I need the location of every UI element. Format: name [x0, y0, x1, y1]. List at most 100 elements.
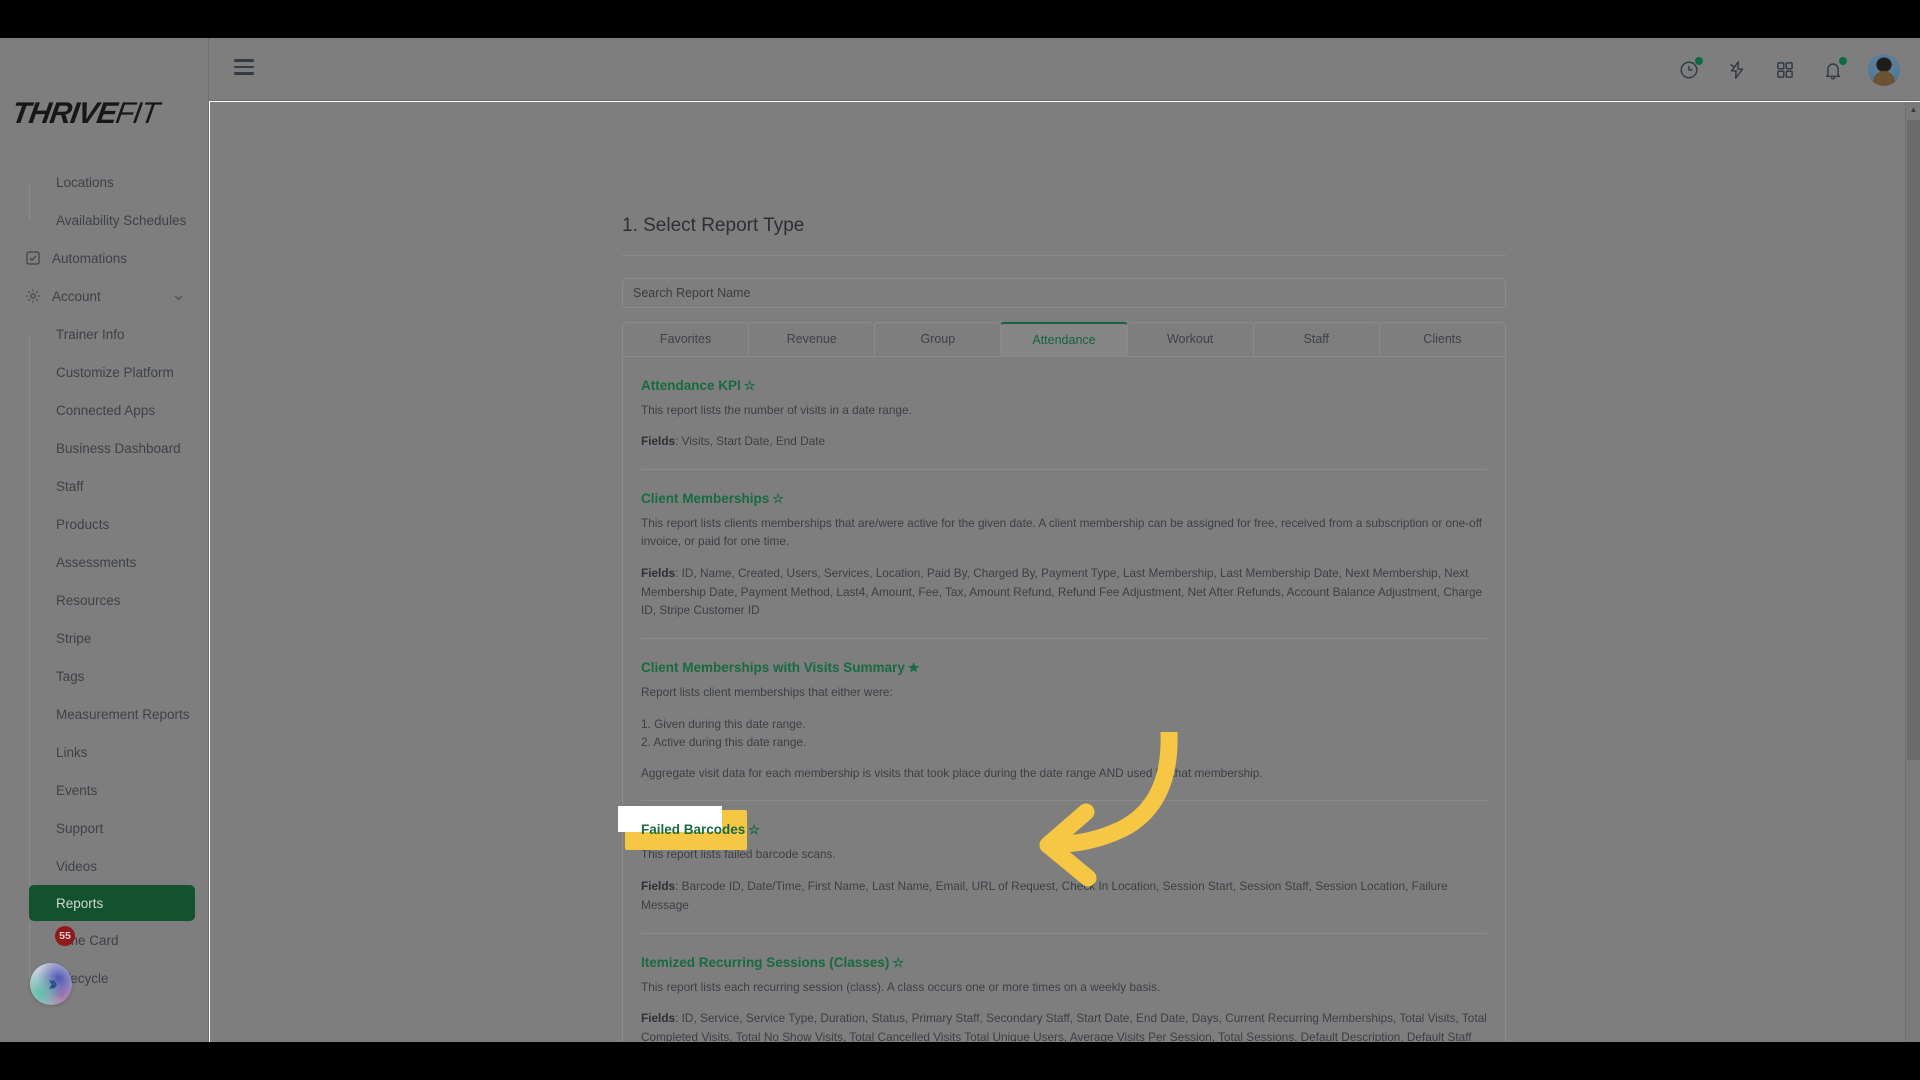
lightning-bolt-icon[interactable]	[1724, 57, 1750, 83]
report-description: 2. Active during this date range.	[641, 734, 807, 749]
chevron-down-icon[interactable]	[173, 291, 183, 301]
clock-icon[interactable]	[1676, 56, 1703, 83]
clock-status-dot	[1695, 56, 1703, 65]
favorite-star-icon[interactable]: ☆	[748, 822, 760, 837]
report-title-row: Client Memberships with Visits Summary ★	[641, 659, 1487, 683]
sidebar-item-products[interactable]: Products	[0, 505, 209, 543]
sidebar-item-label: Staff	[56, 478, 84, 494]
sidebar-item-business-dashboard[interactable]: Business Dashboard	[0, 429, 209, 467]
report-fields: Fields: ID, Name, Created, Users, Servic…	[641, 565, 1483, 618]
sidebar-item-label: Support	[56, 820, 104, 836]
sidebar-item-label: Links	[56, 744, 88, 760]
vertical-scrollbar[interactable]: ▲	[1905, 102, 1920, 1042]
sidebar-item-links[interactable]: Links	[0, 733, 209, 771]
fields-label: Fields	[641, 1010, 676, 1025]
report-selector: 1. Select Report Type Favorites Revenue Gr…	[614, 102, 1514, 1042]
sidebar-item-availability-schedules[interactable]: Availability Schedules	[0, 201, 209, 239]
sidebar-item-stripe[interactable]: Stripe	[0, 619, 209, 657]
sidebar-item-label: Events	[56, 782, 98, 798]
tab-attendance[interactable]: Attendance	[1000, 322, 1128, 357]
report-list-item: Client Memberships with Visits Summary ★ R…	[641, 639, 1487, 802]
report-description: Report lists client memberships that eit…	[641, 685, 893, 700]
sidebar-item-label: Stripe	[56, 630, 92, 646]
brand-logo[interactable]: THRIVEFIT	[9, 93, 198, 135]
sidebar-item-label: Tags	[56, 668, 85, 684]
sidebar-item-label: Reports	[56, 895, 104, 911]
report-category-tabs: Favorites Revenue Group Attendance Workout St…	[622, 322, 1506, 357]
report-title[interactable]: Failed Barcodes ☆	[641, 822, 760, 838]
sidebar-item-automations[interactable]: Automations	[0, 239, 209, 277]
report-list-item: Failed Barcodes ☆ This report lists failed…	[618, 801, 1487, 934]
sidebar-item-assessments[interactable]: Assessments	[0, 543, 209, 581]
sidebar-item-account[interactable]: Account	[0, 277, 209, 315]
bell-status-dot	[1839, 56, 1847, 65]
sidebar-item-support[interactable]: Support	[0, 809, 209, 847]
sidebar-item-label: Videos	[56, 858, 98, 874]
sidebar-item-resources[interactable]: Resources	[0, 581, 209, 619]
search-report-name-field[interactable]	[622, 278, 1506, 308]
tab-favorites[interactable]: Favorites	[622, 322, 749, 357]
avatar[interactable]	[1868, 53, 1900, 86]
report-title[interactable]: Attendance KPI ☆	[641, 378, 755, 394]
sidebar-item-tags[interactable]: Tags	[0, 657, 209, 695]
report-title[interactable]: Itemized Recurring Sessions (Classes) ☆	[641, 955, 904, 971]
page-title: 1. Select Report Type	[622, 215, 805, 236]
highlighted-annotation: Failed Barcodes ☆	[618, 806, 760, 851]
tab-revenue[interactable]: Revenue	[748, 322, 875, 357]
chat-chevrons: ››	[48, 972, 58, 995]
apps-grid-icon[interactable]	[1772, 57, 1798, 83]
sidebar-item-label: Locations	[56, 174, 114, 190]
checkbox-icon	[22, 247, 44, 269]
topbar-icon-group	[1676, 38, 1900, 101]
sidebar-item-label: Assessments	[56, 554, 137, 570]
tab-staff[interactable]: Staff	[1252, 322, 1379, 357]
report-title-row: Itemized Recurring Sessions (Classes) ☆	[641, 954, 1487, 978]
report-fields: Fields: Barcode ID, Date/Time, First Nam…	[641, 878, 1448, 912]
report-description: This report lists failed barcode scans.	[641, 847, 836, 862]
scrollbar-thumb[interactable]	[1907, 120, 1920, 760]
brand-name-light: FIT	[113, 97, 161, 130]
favorite-star-icon[interactable]: ☆	[772, 491, 784, 506]
sidebar-item-time-card[interactable]: Time Card 55	[0, 921, 209, 959]
fields-label: Fields	[641, 565, 676, 580]
tab-workout[interactable]: Workout	[1127, 322, 1253, 357]
report-title[interactable]: Client Memberships with Visits Summary ★	[641, 660, 919, 676]
sidebar-item-label: Customize Platform	[56, 364, 174, 380]
bell-icon[interactable]	[1820, 56, 1847, 83]
sidebar-item-customize-platform[interactable]: Customize Platform	[0, 353, 209, 391]
report-list-item: Attendance KPI ☆ This report lists the num…	[641, 357, 1487, 471]
report-title[interactable]: Client Memberships ☆	[641, 491, 784, 507]
report-fields: Fields: ID, Service, Service Type, Durat…	[641, 1010, 1487, 1042]
sidebar-item-label: Account	[52, 288, 101, 304]
scrollbar-up-arrow[interactable]: ▲	[1906, 102, 1920, 117]
report-title-row: Attendance KPI ☆	[641, 377, 1487, 401]
sidebar-item-trainer-info[interactable]: Trainer Info	[0, 315, 209, 353]
sidebar-item-locations[interactable]: Locations	[0, 163, 209, 201]
sidebar-item-label: Automations	[52, 250, 128, 266]
favorite-star-icon[interactable]: ☆	[744, 378, 756, 393]
main-content: 1. Select Report Type Favorites Revenue Gr…	[210, 102, 1920, 1042]
tab-clients[interactable]: Clients	[1378, 322, 1506, 357]
sidebar-item-connected-apps[interactable]: Connected Apps	[0, 391, 209, 429]
sidebar-item-events[interactable]: Events	[0, 771, 209, 809]
fields-label: Fields	[641, 878, 676, 893]
sidebar-item-measurement-reports[interactable]: Measurement Reports	[0, 695, 209, 733]
hamburger-icon[interactable]	[234, 59, 254, 75]
report-title-row: Client Memberships ☆	[641, 490, 1487, 514]
favorite-star-icon[interactable]: ★	[908, 660, 920, 675]
report-list-item: Client Memberships ☆ This report lists cli…	[641, 470, 1487, 640]
sidebar-item-videos[interactable]: Videos	[0, 847, 209, 885]
sidebar-item-reports[interactable]: Reports	[29, 885, 195, 921]
sidebar-item-staff[interactable]: Staff	[0, 467, 209, 505]
search-input[interactable]	[633, 286, 1505, 300]
sidebar-item-label: Business Dashboard	[56, 440, 181, 456]
sidebar-item-label: Trainer Info	[56, 326, 125, 342]
chat-bubble-icon[interactable]: ››	[30, 963, 72, 1005]
tab-group[interactable]: Group	[874, 322, 1001, 357]
report-list-item: Itemized Recurring Sessions (Classes) ☆ Th…	[641, 934, 1487, 1043]
favorite-star-icon[interactable]: ☆	[892, 955, 904, 970]
